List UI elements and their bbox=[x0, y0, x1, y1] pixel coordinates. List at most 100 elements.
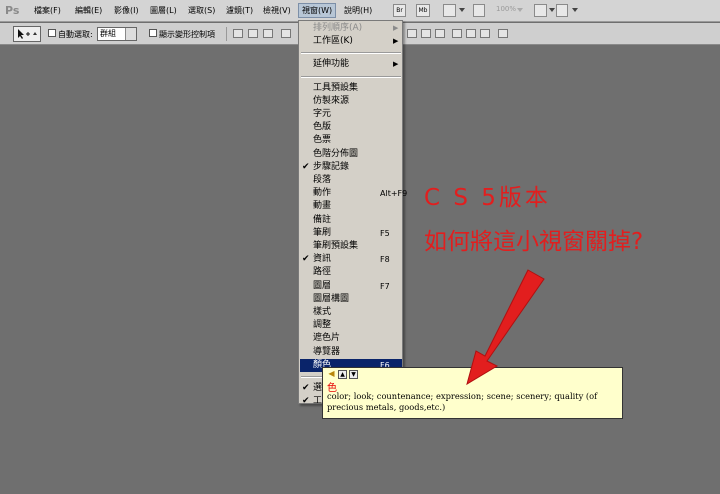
window-menu-item[interactable]: 排列順序(A) ▶ bbox=[300, 22, 402, 35]
zoom-level[interactable]: 100% bbox=[496, 5, 516, 13]
chevron-down-icon bbox=[125, 28, 136, 40]
window-menu-item[interactable]: 動畫 bbox=[300, 200, 402, 213]
menu-item-label: 資訊 bbox=[313, 254, 332, 265]
menu-edit[interactable]: 編輯(E) bbox=[75, 5, 102, 16]
menu-item-shortcut: F7 bbox=[380, 281, 390, 291]
menu-item-label: 工具預設集 bbox=[313, 82, 359, 93]
window-menu-item[interactable]: 調整 bbox=[300, 319, 402, 332]
auto-select-target-select[interactable]: 群組 bbox=[97, 27, 137, 41]
auto-select-checkbox[interactable] bbox=[48, 29, 56, 37]
arrow-down-icon[interactable]: ▼ bbox=[349, 370, 358, 379]
window-menu-item[interactable]: 遮色片 bbox=[300, 332, 402, 345]
menu-item-label: 調整 bbox=[313, 320, 332, 331]
menu-item-label: 圖層構圖 bbox=[313, 293, 350, 304]
window-menu-item[interactable]: 色版 bbox=[300, 121, 402, 134]
window-menu-item[interactable]: 工具預設集 bbox=[300, 82, 402, 95]
window-menu-item[interactable]: 延伸功能 ▶ bbox=[300, 58, 402, 71]
menu-item-shortcut: F8 bbox=[380, 255, 390, 265]
menu-filter[interactable]: 濾鏡(T) bbox=[226, 5, 253, 16]
align-bottom-icon[interactable] bbox=[263, 29, 273, 38]
window-menu-item[interactable]: 色票 bbox=[300, 134, 402, 147]
menu-item-label: 色票 bbox=[313, 135, 332, 146]
menu-item-label: 動畫 bbox=[313, 201, 332, 212]
window-menu-item[interactable]: 路徑 bbox=[300, 266, 402, 279]
menu-image[interactable]: 影像(I) bbox=[114, 5, 139, 16]
arrow-up-icon[interactable]: ▲ bbox=[338, 370, 347, 379]
window-menu-item[interactable]: ✔ 資訊 F8 bbox=[300, 253, 402, 266]
menu-item-label: 筆刷預設集 bbox=[313, 241, 359, 251]
menu-divider bbox=[301, 52, 401, 55]
menu-layer[interactable]: 圖層(L) bbox=[150, 5, 177, 16]
distribute-hcenter-icon[interactable] bbox=[466, 29, 476, 38]
align-vertical-center-icon[interactable] bbox=[248, 29, 258, 38]
arrange-documents-icon[interactable] bbox=[534, 4, 547, 17]
distribute-bottom-icon[interactable] bbox=[435, 29, 445, 38]
menu-item-label: 色階分佈圖 bbox=[313, 148, 359, 159]
menu-item-label: 樣式 bbox=[313, 307, 332, 317]
window-menu-item[interactable]: 色階分佈圖 bbox=[300, 148, 402, 161]
distribute-top-icon[interactable] bbox=[407, 29, 417, 38]
align-top-icon[interactable] bbox=[233, 29, 243, 38]
submenu-arrow-icon: ▶ bbox=[393, 37, 399, 46]
auto-align-layers-icon[interactable] bbox=[498, 29, 508, 38]
menu-file[interactable]: 檔案(F) bbox=[34, 5, 61, 16]
window-menu-dropdown: 排列順序(A) ▶ 工作區(K) ▶ 延伸功能 ▶ 工具預設集 仿製來源 字元 色版 色票 色階分佈圖… bbox=[298, 20, 407, 406]
arrange-dropdown-icon[interactable] bbox=[549, 8, 555, 12]
mini-bridge-button[interactable]: Mb bbox=[416, 4, 430, 17]
window-menu-item[interactable]: 工作區(K) ▶ bbox=[300, 35, 402, 48]
check-icon: ✔ bbox=[302, 383, 310, 393]
show-transform-checkbox[interactable] bbox=[149, 29, 157, 37]
menu-help[interactable]: 說明(H) bbox=[344, 5, 372, 16]
tooltip-definition: color; look; countenance; expression; sc… bbox=[327, 391, 598, 412]
menu-item-label: 路徑 bbox=[313, 267, 332, 278]
hand-tool-icon[interactable] bbox=[473, 4, 485, 17]
screen-mode-dropdown-icon[interactable] bbox=[572, 8, 578, 12]
window-menu-item[interactable]: 筆刷 F5 bbox=[300, 227, 402, 240]
window-menu-item[interactable]: ✔ 步驟記錄 bbox=[300, 161, 402, 174]
photoshop-logo: Ps bbox=[5, 4, 20, 17]
check-icon: ✔ bbox=[302, 254, 310, 265]
menu-view[interactable]: 檢視(V) bbox=[263, 5, 291, 16]
view-extras-icon[interactable] bbox=[443, 4, 456, 17]
window-menu-item[interactable]: 段落 bbox=[300, 174, 402, 187]
window-menu-item[interactable]: 動作 Alt+F9 bbox=[300, 187, 407, 200]
distribute-left-icon[interactable] bbox=[452, 29, 462, 38]
window-menu-item[interactable]: 筆刷預設集 bbox=[300, 240, 402, 253]
window-menu-item[interactable]: 圖層構圖 bbox=[300, 293, 402, 306]
menu-item-label: 步驟記錄 bbox=[313, 161, 350, 172]
distribute-center-icon[interactable] bbox=[421, 29, 431, 38]
window-menu-item[interactable]: 樣式 bbox=[300, 306, 402, 319]
zoom-dropdown-icon[interactable] bbox=[517, 8, 523, 12]
menu-item-shortcut: F5 bbox=[380, 228, 390, 238]
align-left-icon[interactable] bbox=[281, 29, 291, 38]
move-tool-preset-button[interactable] bbox=[13, 26, 41, 42]
bridge-button[interactable]: Br bbox=[393, 4, 406, 17]
options-divider bbox=[226, 27, 227, 41]
window-menu-item[interactable]: 仿製來源 bbox=[300, 95, 402, 108]
menu-item-label: 筆刷 bbox=[313, 227, 332, 238]
menu-item-label: 工作區(K) bbox=[313, 36, 353, 47]
menu-item-label: 排列順序(A) bbox=[313, 23, 363, 33]
distribute-right-icon[interactable] bbox=[480, 29, 490, 38]
menu-window[interactable]: 視窗(W) bbox=[298, 3, 337, 18]
photoshop-window: Ps 檔案(F) 編輯(E) 影像(I) 圖層(L) 選取(S) 濾鏡(T) 檢… bbox=[0, 0, 720, 494]
menu-item-label: 工 bbox=[313, 396, 323, 407]
annotation-question: 如何將這小視窗關掉? bbox=[424, 229, 644, 255]
menu-bar: Ps 檔案(F) 編輯(E) 影像(I) 圖層(L) 選取(S) 濾鏡(T) 檢… bbox=[0, 0, 720, 22]
window-menu-item[interactable]: 字元 bbox=[300, 108, 402, 121]
auto-select-target-value: 群組 bbox=[100, 29, 116, 38]
menu-item-label: 字元 bbox=[313, 109, 332, 119]
screen-mode-icon[interactable] bbox=[556, 4, 568, 17]
dictionary-tooltip: ◀ ▲ ▼ 色 color; look; countenance; expres… bbox=[322, 367, 623, 419]
window-menu-item[interactable]: 圖層 F7 bbox=[300, 280, 402, 293]
window-menu-item[interactable]: 導覽器 bbox=[300, 346, 402, 359]
annotation-version: C S 5版本 bbox=[424, 185, 551, 211]
speaker-icon[interactable]: ◀ bbox=[327, 370, 336, 379]
view-extras-dropdown-icon[interactable] bbox=[459, 8, 465, 12]
menu-item-label: 延伸功能 bbox=[313, 59, 350, 70]
show-transform-label: 顯示變形控制項 bbox=[159, 30, 215, 39]
submenu-arrow-icon: ▶ bbox=[393, 60, 399, 69]
menu-item-label: 動作 bbox=[313, 188, 332, 199]
menu-select[interactable]: 選取(S) bbox=[188, 5, 215, 16]
window-menu-item[interactable]: 備註 bbox=[300, 214, 402, 227]
